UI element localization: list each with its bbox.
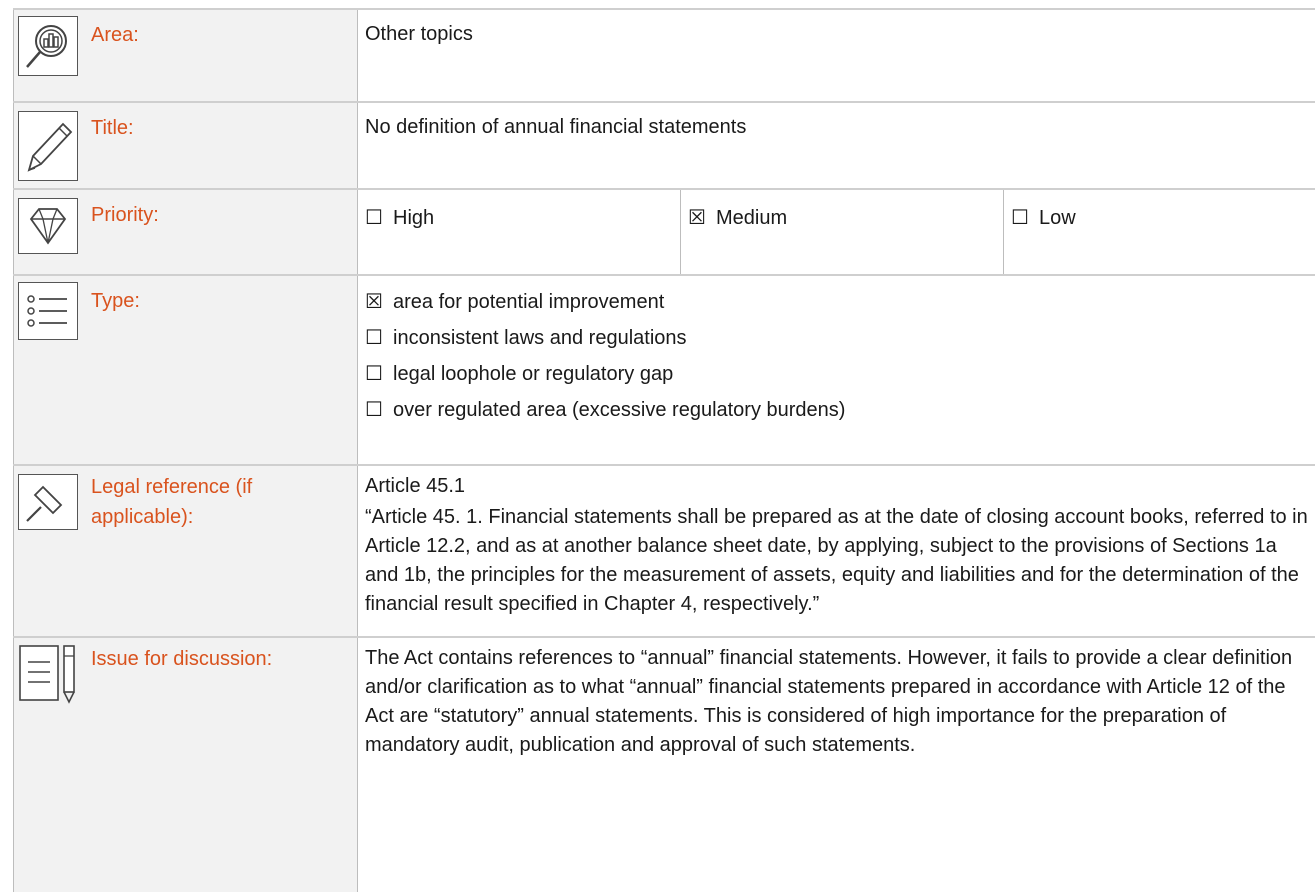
legal-reference-quote: “Article 45. 1. Financial statements sha… xyxy=(365,506,1308,615)
type-loophole-text: legal loophole or regulatory gap xyxy=(393,363,674,385)
type-option-loophole[interactable]: ☐ legal loophole or regulatory gap xyxy=(365,360,845,396)
area-value: Other topics xyxy=(365,23,473,45)
issue-label: Issue for discussion: xyxy=(91,648,273,670)
area-row: Area: Other topics xyxy=(13,8,1315,103)
type-label: Type: xyxy=(91,290,140,312)
area-label: Area: xyxy=(91,24,139,46)
issue-text: The Act contains references to “annual” … xyxy=(365,647,1293,756)
priority-medium-checkbox[interactable]: ☒ xyxy=(688,204,716,233)
priority-low-option[interactable]: ☐ Low xyxy=(1011,204,1076,233)
pencil-icon xyxy=(18,111,78,181)
type-option-improvement[interactable]: ☒ area for potential improvement xyxy=(365,288,845,324)
title-value: No definition of annual financial statem… xyxy=(365,116,747,138)
type-inconsistent-text: inconsistent laws and regulations xyxy=(393,327,687,349)
type-loophole-checkbox[interactable]: ☐ xyxy=(365,360,393,389)
priority-high-text: High xyxy=(393,207,435,229)
priority-label: Priority: xyxy=(91,204,159,226)
document-pen-icon xyxy=(18,644,80,704)
type-row: Type: ☒ area for potential improvement ☐ i… xyxy=(13,274,1315,466)
type-overregulated-checkbox[interactable]: ☐ xyxy=(365,396,393,425)
gavel-icon xyxy=(18,474,78,530)
priority-medium-text: Medium xyxy=(716,207,788,229)
priority-low-text: Low xyxy=(1039,207,1076,229)
issue-row: Issue for discussion: The Act contains r… xyxy=(13,636,1315,892)
type-option-overregulated[interactable]: ☐ over regulated area (excessive regulato… xyxy=(365,396,845,432)
type-improvement-text: area for potential improvement xyxy=(393,291,665,313)
priority-row: Priority: ☐ High ☒ Medium ☐ Low xyxy=(13,188,1315,276)
priority-low-checkbox[interactable]: ☐ xyxy=(1011,204,1039,233)
legal-reference-label: Legal reference (if applicable): xyxy=(91,476,253,528)
issue-form: Area: Other topics Title: No definition … xyxy=(13,8,1315,892)
type-inconsistent-checkbox[interactable]: ☐ xyxy=(365,324,393,353)
title-label: Title: xyxy=(91,117,134,139)
magnifier-chart-icon xyxy=(18,16,78,76)
priority-high-option[interactable]: ☐ High xyxy=(365,204,434,233)
list-icon xyxy=(18,282,78,340)
priority-medium-option[interactable]: ☒ Medium xyxy=(688,204,787,233)
legal-reference-row: Legal reference (if applicable): Article… xyxy=(13,464,1315,638)
type-improvement-checkbox[interactable]: ☒ xyxy=(365,288,393,317)
diamond-icon xyxy=(18,198,78,254)
legal-reference-article: Article 45.1 xyxy=(365,475,466,497)
type-option-inconsistent[interactable]: ☐ inconsistent laws and regulations xyxy=(365,324,845,360)
title-row: Title: No definition of annual financial… xyxy=(13,101,1315,190)
type-overregulated-text: over regulated area (excessive regulator… xyxy=(393,399,846,421)
priority-high-checkbox[interactable]: ☐ xyxy=(365,204,393,233)
